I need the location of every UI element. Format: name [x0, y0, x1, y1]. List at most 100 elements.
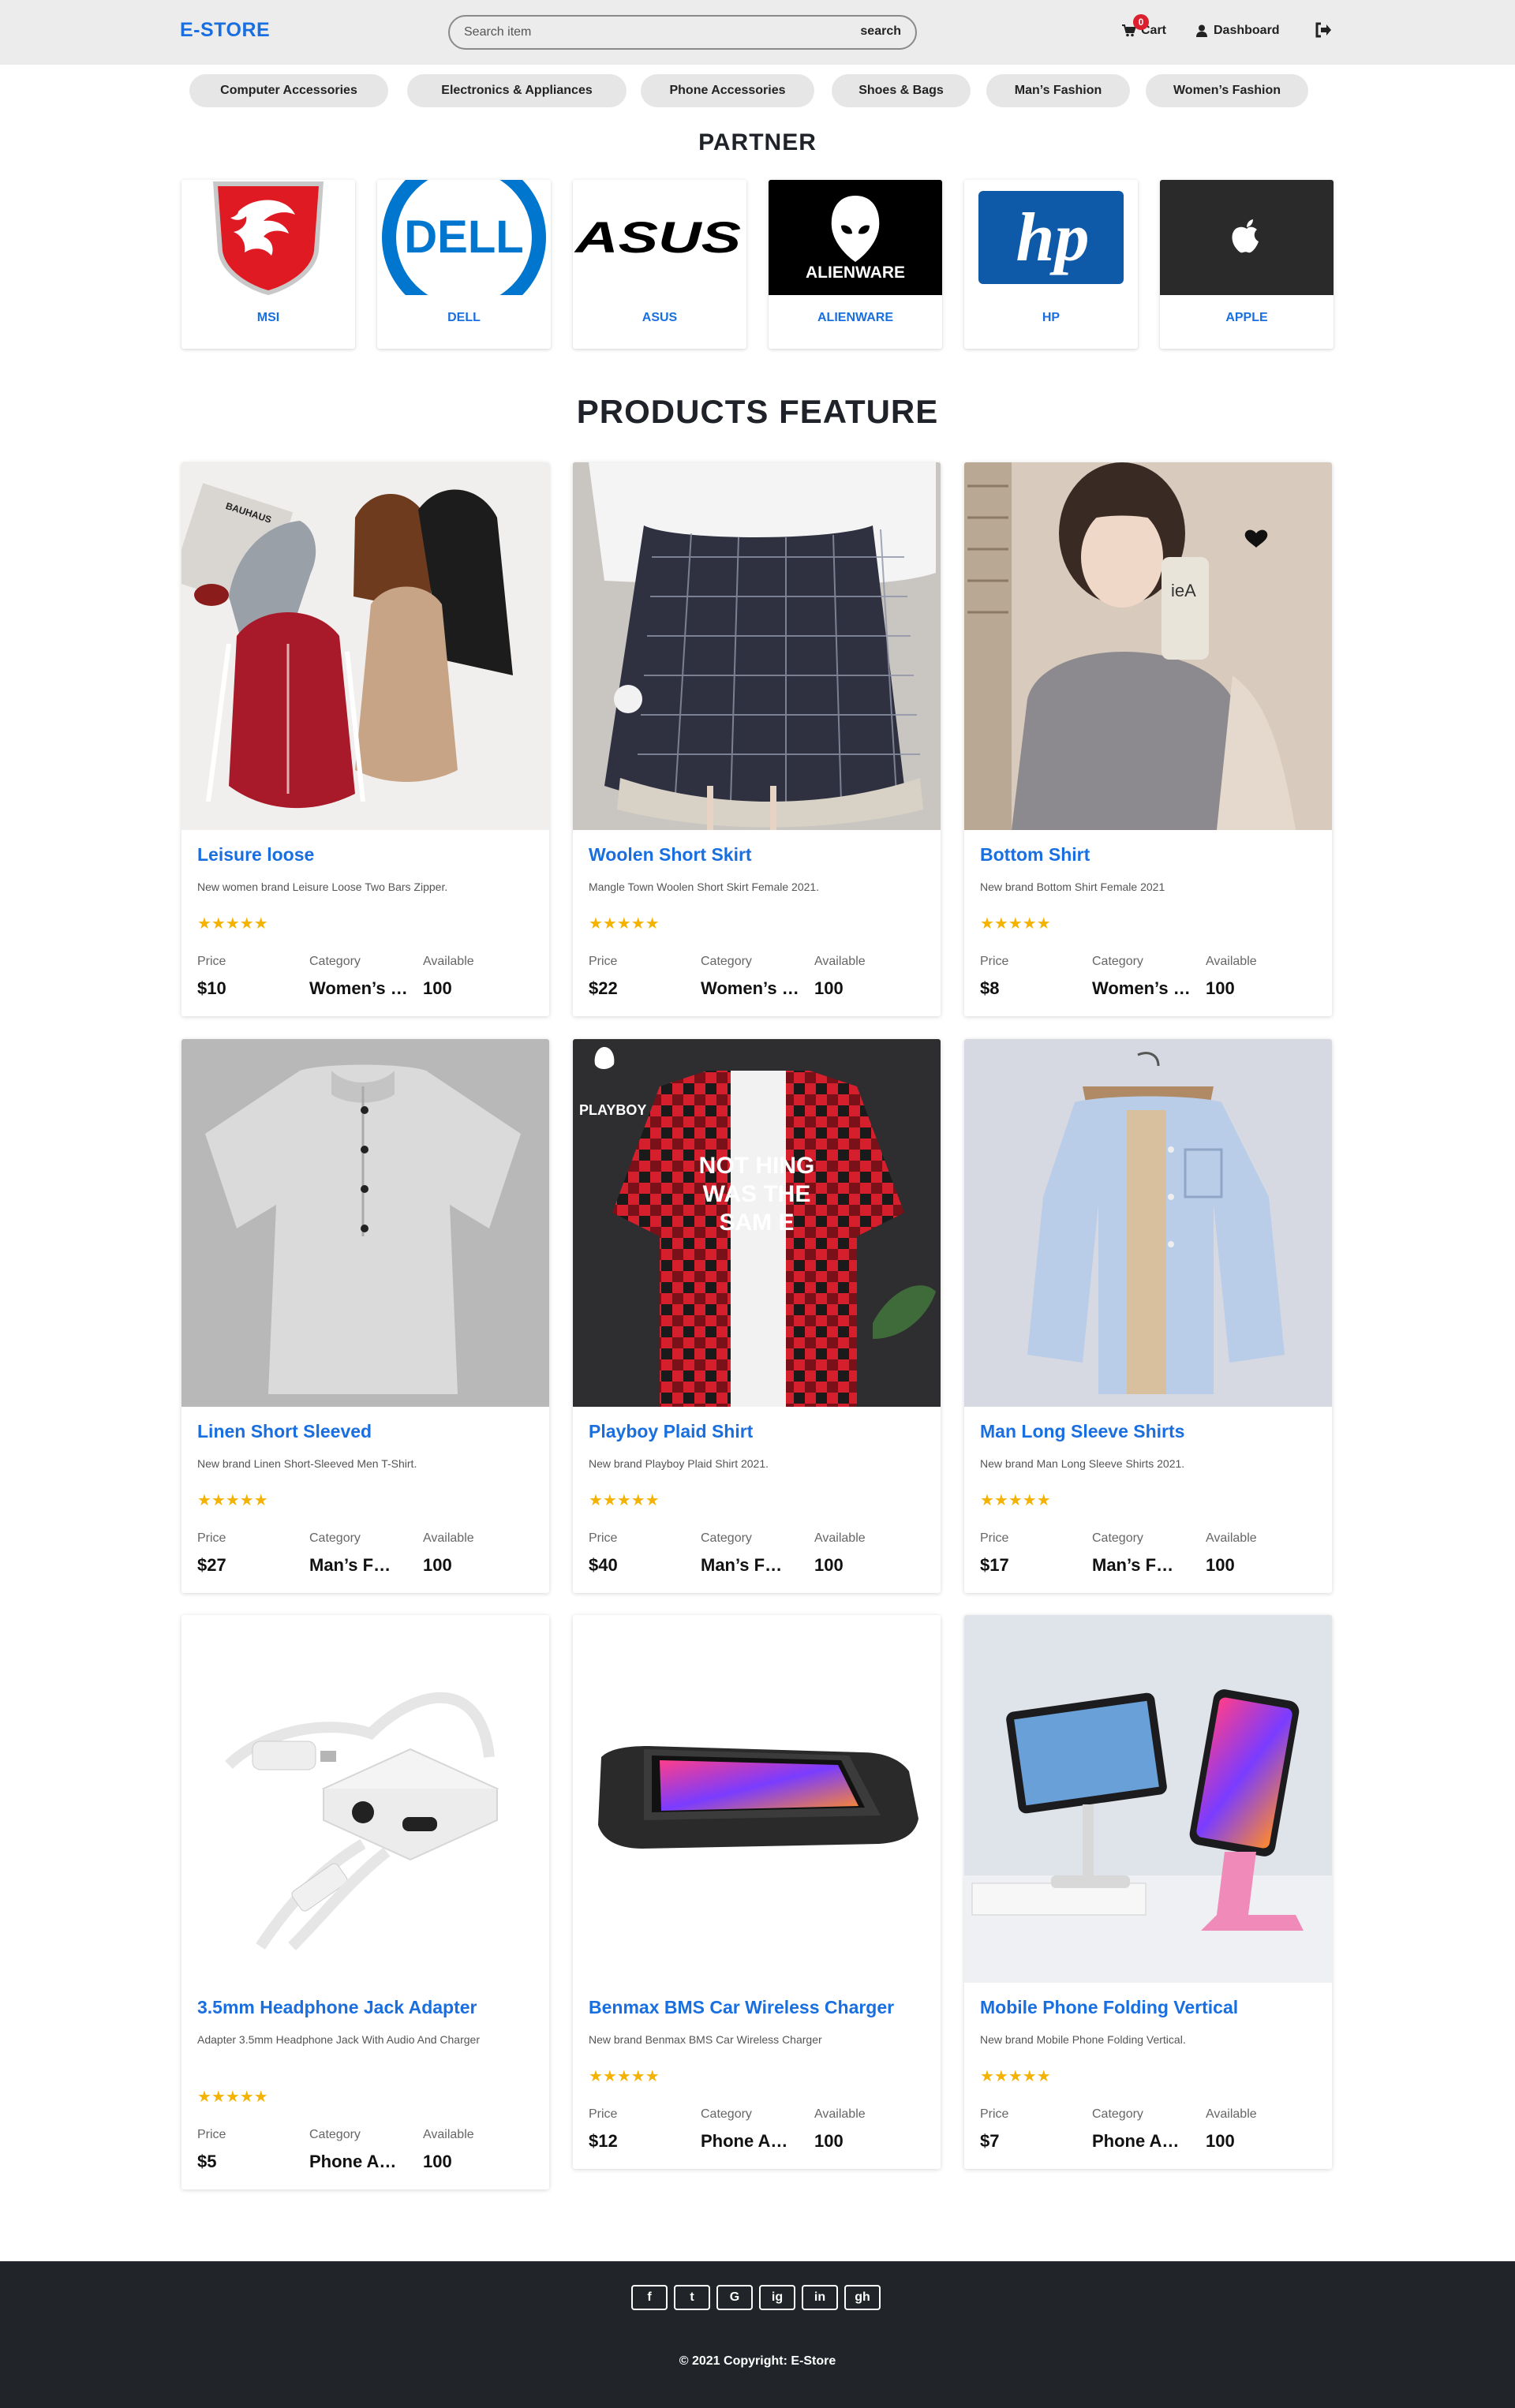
product-price: $10 — [197, 978, 226, 998]
product-image-linen-short-sleeved[interactable] — [181, 1039, 549, 1407]
product-price: $8 — [980, 978, 1000, 998]
product-rating-stars: ★★★★★ — [589, 915, 660, 933]
product-description: New women brand Leisure Loose Two Bars Z… — [197, 881, 448, 893]
product-card-bottom-shirt[interactable]: ieA Bottom Shirt New brand Bottom Shirt … — [964, 462, 1332, 1016]
product-title[interactable]: Playboy Plaid Shirt — [589, 1421, 753, 1442]
svg-text:ieA: ieA — [1171, 581, 1196, 600]
category-electronics-appliances[interactable]: Electronics & Appliances — [407, 74, 627, 107]
product-description: Adapter 3.5mm Headphone Jack With Audio … — [197, 2033, 480, 2046]
product-category: Women’s Fashion — [701, 978, 802, 998]
price-label: Price — [980, 1531, 1009, 1545]
available-label: Available — [814, 1531, 866, 1545]
product-title[interactable]: Woolen Short Skirt — [589, 844, 752, 866]
asus-logo-text: ASUS — [573, 212, 741, 262]
category-mans-fashion[interactable]: Man’s Fashion — [986, 74, 1130, 107]
category-label: Category — [309, 2128, 361, 2141]
product-card-playboy-plaid-shirt[interactable]: NOT HING WAS THE SAM E PLAYBOY Playboy P… — [573, 1039, 941, 1593]
product-available: 100 — [814, 2131, 844, 2151]
product-card-man-long-sleeve-shirts[interactable]: Man Long Sleeve Shirts New brand Man Lon… — [964, 1039, 1332, 1593]
product-title[interactable]: Leisure loose — [197, 844, 314, 866]
product-rating-stars: ★★★★★ — [589, 2068, 660, 2085]
partner-apple[interactable]: APPLE — [1160, 180, 1334, 349]
category-womens-fashion[interactable]: Women’s Fashion — [1146, 74, 1308, 107]
search-input[interactable] — [464, 23, 811, 42]
hp-logo-text: hp — [1016, 200, 1090, 276]
product-price: $17 — [980, 1555, 1009, 1575]
product-category: Women’s Fashion — [1092, 978, 1193, 998]
product-title[interactable]: Mobile Phone Folding Vertical — [980, 1997, 1238, 2018]
product-image-woolen-short-skirt[interactable] — [573, 462, 941, 830]
copyright-text: © 2021 Copyright: E-Store — [679, 2354, 836, 2368]
product-rating-stars: ★★★★★ — [980, 1492, 1051, 1509]
github-icon[interactable]: gh — [844, 2285, 881, 2310]
product-available: 100 — [1206, 2131, 1235, 2151]
logout-button[interactable] — [1315, 22, 1332, 42]
instagram-icon[interactable]: ig — [759, 2285, 795, 2310]
linkedin-icon[interactable]: in — [802, 2285, 838, 2310]
product-image-mobile-phone-folding-vertical[interactable] — [964, 1615, 1332, 1983]
product-card-benmax-car-wireless-charger[interactable]: Benmax BMS Car Wireless Charger New bran… — [573, 1615, 941, 2169]
google-icon[interactable]: G — [716, 2285, 753, 2310]
product-card-linen-short-sleeved[interactable]: Linen Short Sleeved New brand Linen Shor… — [181, 1039, 549, 1593]
category-shoes-bags[interactable]: Shoes & Bags — [832, 74, 971, 107]
partner-alienware[interactable]: ALIENWARE ALIENWARE — [769, 180, 942, 349]
available-label: Available — [1206, 2107, 1257, 2121]
product-available: 100 — [1206, 1555, 1235, 1575]
available-label: Available — [1206, 1531, 1257, 1545]
product-description: New brand Benmax BMS Car Wireless Charge… — [589, 2033, 822, 2046]
category-phone-accessories[interactable]: Phone Accessories — [641, 74, 814, 107]
dashboard-link[interactable]: Dashboard — [1196, 24, 1280, 38]
product-card-headphone-jack-adapter[interactable]: 3.5mm Headphone Jack Adapter Adapter 3.5… — [181, 1615, 549, 2189]
available-label: Available — [423, 955, 474, 968]
price-label: Price — [589, 2107, 618, 2121]
product-card-woolen-short-skirt[interactable]: Woolen Short Skirt Mangle Town Woolen Sh… — [573, 462, 941, 1016]
product-title[interactable]: Bottom Shirt — [980, 844, 1090, 866]
dell-logo: DELL — [377, 180, 551, 295]
partner-msi[interactable]: MSI — [181, 180, 355, 349]
product-image-benmax-car-wireless-charger[interactable] — [573, 1615, 941, 1983]
partner-dell[interactable]: DELL DELL — [377, 180, 551, 349]
product-category: Phone Accessories — [701, 2131, 794, 2151]
partner-name-msi: MSI — [256, 311, 280, 324]
product-price: $22 — [589, 978, 618, 998]
price-label: Price — [980, 955, 1009, 968]
product-image-headphone-jack-adapter[interactable] — [181, 1615, 549, 1983]
product-image-man-long-sleeve-shirts[interactable] — [964, 1039, 1332, 1407]
product-title[interactable]: Linen Short Sleeved — [197, 1421, 372, 1442]
product-rating-stars: ★★★★★ — [589, 1492, 660, 1509]
partner-hp[interactable]: hp HP — [964, 180, 1138, 349]
partner-asus[interactable]: ASUS ASUS — [573, 180, 746, 349]
search-bar: search — [448, 15, 917, 50]
products-heading: PRODUCTS FEATURE — [576, 393, 939, 430]
cart-count-badge: 0 — [1133, 14, 1149, 30]
product-rating-stars: ★★★★★ — [197, 915, 268, 933]
product-category: Man’s Fashion — [309, 1555, 398, 1575]
store-logo[interactable]: E-STORE — [180, 19, 270, 42]
product-image-playboy-plaid-shirt[interactable]: NOT HING WAS THE SAM E PLAYBOY — [573, 1039, 941, 1407]
cart-link[interactable]: 0 Cart — [1122, 14, 1166, 38]
available-label: Available — [814, 955, 866, 968]
available-label: Available — [423, 1531, 474, 1545]
product-title[interactable]: Benmax BMS Car Wireless Charger — [589, 1997, 894, 2018]
playboy-logo-text: PLAYBOY — [579, 1102, 646, 1118]
product-title[interactable]: 3.5mm Headphone Jack Adapter — [197, 1997, 477, 2018]
category-label: Category — [701, 1531, 752, 1545]
twitter-icon[interactable]: t — [674, 2285, 710, 2310]
product-price: $7 — [980, 2131, 1000, 2151]
product-card-leisure-loose[interactable]: BAUHAUS Leisure loose New women brand Le… — [181, 462, 549, 1016]
product-available: 100 — [814, 978, 844, 998]
search-button[interactable]: search — [860, 24, 901, 39]
partner-name-apple: APPLE — [1225, 311, 1268, 324]
product-price: $5 — [197, 2152, 217, 2171]
category-computer-accessories[interactable]: Computer Accessories — [189, 74, 388, 107]
product-card-mobile-phone-folding-vertical[interactable]: Mobile Phone Folding Vertical New brand … — [964, 1615, 1332, 2169]
facebook-icon[interactable]: f — [631, 2285, 668, 2310]
partner-name-dell: DELL — [447, 311, 481, 324]
msi-logo — [181, 180, 355, 295]
product-title[interactable]: Man Long Sleeve Shirts — [980, 1421, 1184, 1442]
product-image-leisure-loose[interactable]: BAUHAUS — [181, 462, 549, 830]
product-available: 100 — [423, 1555, 452, 1575]
product-image-bottom-shirt[interactable]: ieA — [964, 462, 1332, 830]
dell-logo-text: DELL — [404, 211, 523, 263]
product-description: New brand Linen Short-Sleeved Men T-Shir… — [197, 1457, 417, 1470]
